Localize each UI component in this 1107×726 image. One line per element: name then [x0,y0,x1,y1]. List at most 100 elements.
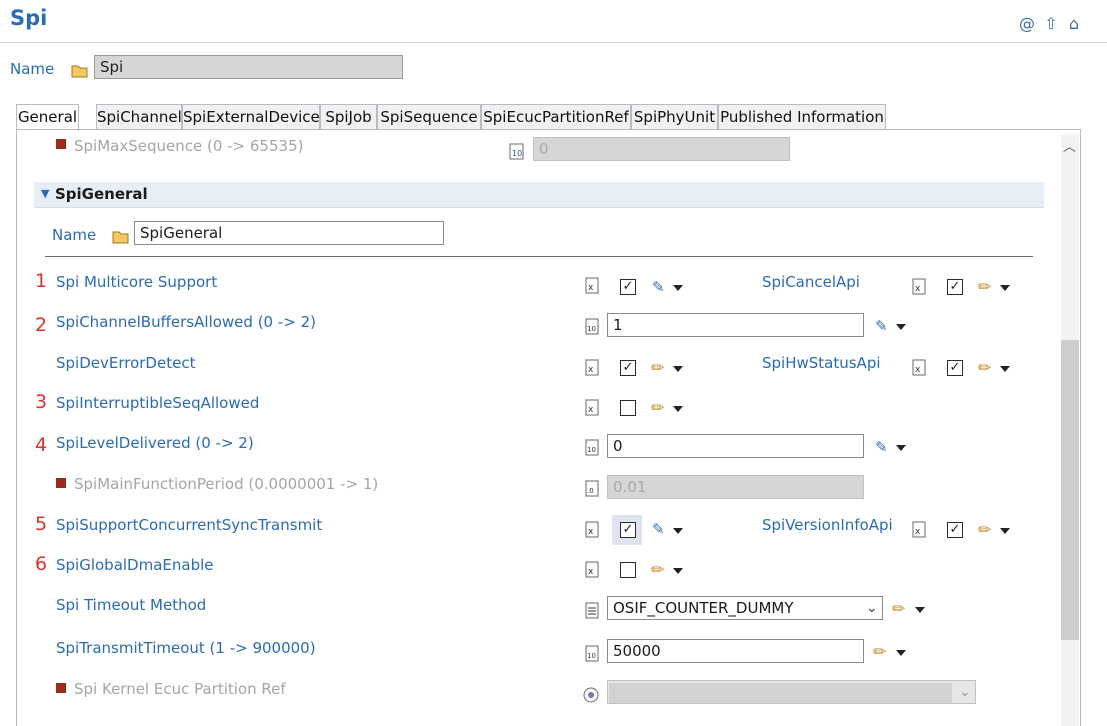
tab-published-information[interactable]: Published Information [718,104,886,130]
marker-4: 4 [35,434,48,456]
marker-2: 2 [35,314,48,336]
svg-text:10: 10 [587,446,596,454]
float-type-icon: .0 [585,480,599,497]
name-field[interactable]: Spi [94,55,403,79]
pencil-icon[interactable]: ✏ [978,520,991,539]
spichannelbuffersallowed-field[interactable]: 1 [607,313,864,337]
spichannelbuffersallowed-label: SpiChannelBuffersAllowed (0 -> 2) [56,313,317,331]
boolean-type-icon: x [585,359,599,376]
spisupportconcurrentsynctransmit-checkbox[interactable]: ✓ [620,522,636,538]
spi-timeout-method-select[interactable]: OSIF_COUNTER_DUMMY [607,596,883,620]
section-name-label: Name [52,226,97,244]
svg-text:x: x [915,365,921,375]
disabled-select-fill [609,683,952,703]
spitransmittimeout-field[interactable]: 50000 [607,639,864,663]
pencil-icon[interactable]: ✏ [651,560,664,579]
scroll-up-icon[interactable]: ︿ [1063,136,1076,155]
svg-text:x: x [588,365,594,375]
marker-3: 3 [35,391,48,413]
chevron-down-icon: ⌄ [959,684,971,700]
dropdown-arrow-icon[interactable] [915,607,925,613]
pencil-icon[interactable]: ✏ [651,398,664,417]
marker-5: 5 [35,513,48,535]
collapse-triangle-icon[interactable]: ▼ [41,187,49,200]
spi-timeout-method-label: Spi Timeout Method [56,596,207,614]
dropdown-arrow-icon[interactable] [1000,528,1010,534]
tab-spiecucpartitionref[interactable]: SpiEcucPartitionRef [481,104,631,130]
spiglobaldmaenable-checkbox[interactable] [620,562,636,578]
marker-6: 6 [35,553,48,575]
boolean-type-icon: x [912,278,926,295]
spihwstatusapi-checkbox[interactable]: ✓ [947,360,963,376]
calc-icon[interactable]: ✎ [652,520,665,538]
spideverrordetect-checkbox[interactable]: ✓ [620,360,636,376]
svg-text:10: 10 [587,325,596,333]
tab-general[interactable]: General [16,104,79,131]
integer-type-icon: 10 [585,439,599,456]
scrollbar-thumb[interactable] [1061,340,1079,640]
pencil-icon[interactable]: ✏ [651,358,664,377]
spihwstatusapi-label: SpiHwStatusApi [762,354,881,372]
integer-type-icon: 10 [585,318,599,335]
calc-icon[interactable]: ✎ [652,278,665,296]
pencil-icon[interactable]: ✏ [873,642,886,661]
marker-1: 1 [35,270,48,292]
pencil-icon[interactable]: ✏ [978,358,991,377]
spiinterruptibleseqallowed-checkbox[interactable] [620,400,636,416]
spi-multicore-support-checkbox[interactable]: ✓ [620,279,636,295]
spicancelapi-checkbox[interactable]: ✓ [947,279,963,295]
spicancelapi-label: SpiCancelApi [762,273,860,291]
boolean-type-icon: x [585,521,599,538]
spiversioninfoapi-label: SpiVersionInfoApi [762,516,893,534]
tab-spiphyunit[interactable]: SpiPhyUnit [631,104,718,130]
boolean-type-icon: x [912,521,926,538]
spigeneral-section-header[interactable] [34,182,1044,208]
chevron-down-icon[interactable]: ⌄ [866,600,878,616]
svg-text:.0: .0 [587,487,594,495]
dropdown-arrow-icon[interactable] [896,650,906,656]
disabled-marker-icon [56,683,66,693]
pencil-icon[interactable]: ✏ [892,599,905,618]
dropdown-arrow-icon[interactable] [1000,366,1010,372]
disabled-marker-icon [56,139,66,149]
svg-text:x: x [588,527,594,537]
spileveldelivered-field[interactable]: 0 [607,434,864,458]
editor-title: Spi [10,6,48,30]
spisupportconcurrentsynctransmit-label: SpiSupportConcurrentSyncTransmit [56,516,323,534]
pencil-icon[interactable]: ✏ [978,277,991,296]
up-arrow-icon[interactable]: ⇧ [1042,14,1060,34]
folder-icon [112,231,129,244]
calc-icon[interactable]: ✎ [875,317,888,335]
boolean-type-icon: x [585,399,599,416]
reference-type-icon [583,687,599,703]
tab-bar: General SpiChannel SpiExternalDevice Spi… [16,104,1081,131]
dropdown-arrow-icon[interactable] [673,285,683,291]
disabled-marker-icon [56,478,66,488]
spileveldelivered-label: SpiLevelDelivered (0 -> 2) [56,434,254,452]
spitransmittimeout-label: SpiTransmitTimeout (1 -> 900000) [56,639,316,657]
calc-icon[interactable]: ✎ [875,438,888,456]
dropdown-arrow-icon[interactable] [673,406,683,412]
svg-text:x: x [588,567,594,577]
dropdown-arrow-icon[interactable] [673,528,683,534]
spiversioninfoapi-checkbox[interactable]: ✓ [947,522,963,538]
svg-text:10: 10 [587,652,596,660]
integer-type-icon: 10 [509,143,524,160]
tab-content-panel [16,129,1081,726]
svg-text:x: x [915,284,921,294]
tab-spijob[interactable]: SpiJob [320,104,377,130]
svg-text:x: x [588,405,594,415]
dropdown-arrow-icon[interactable] [896,324,906,330]
dropdown-arrow-icon[interactable] [673,366,683,372]
boolean-type-icon: x [912,359,926,376]
section-name-field[interactable]: SpiGeneral [134,221,444,245]
dropdown-arrow-icon[interactable] [673,568,683,574]
tab-spiexternaldevice[interactable]: SpiExternalDevice [182,104,320,130]
dropdown-arrow-icon[interactable] [896,445,906,451]
tab-spichannel[interactable]: SpiChannel [96,104,182,130]
at-icon[interactable]: @ [1018,14,1036,34]
enum-type-icon [585,602,599,619]
home-icon[interactable]: ⌂ [1065,14,1083,34]
dropdown-arrow-icon[interactable] [1000,285,1010,291]
tab-spisequence[interactable]: SpiSequence [377,104,481,130]
